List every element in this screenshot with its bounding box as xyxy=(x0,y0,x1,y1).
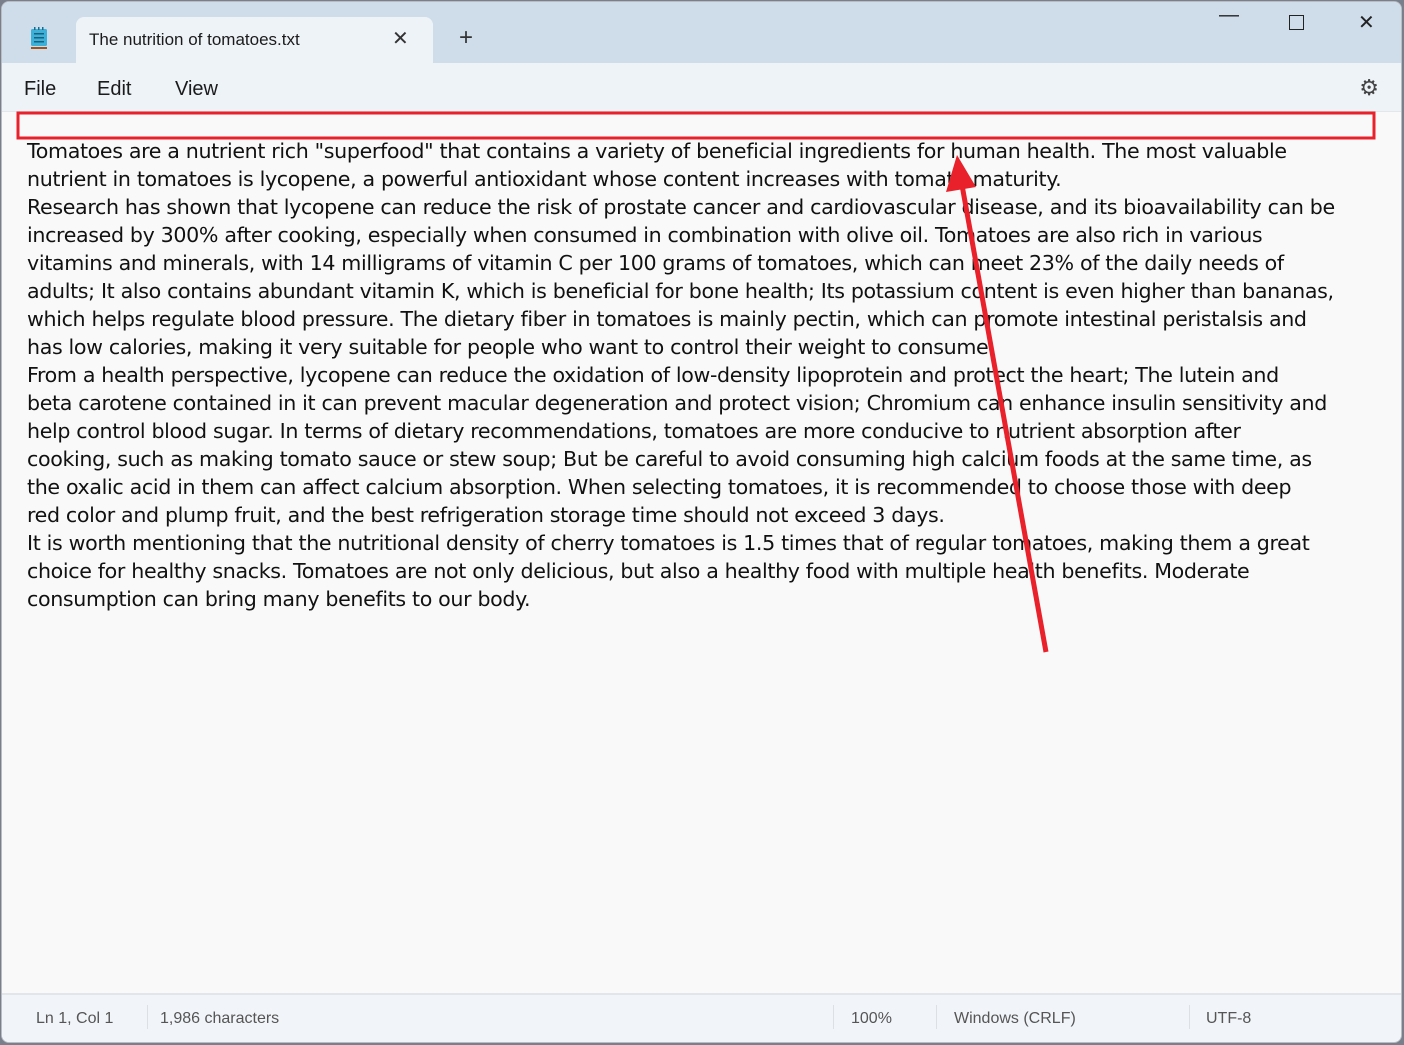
text-line: the oxalic acid in them can affect calci… xyxy=(27,475,1292,499)
text-line: help control blood sugar. In terms of di… xyxy=(27,419,1241,443)
menu-view[interactable]: View xyxy=(175,78,218,101)
text-line: which helps regulate blood pressure. The… xyxy=(27,307,1307,331)
text-line: It is worth mentioning that the nutritio… xyxy=(27,531,1310,555)
menu-bar: File Edit View ⚙ xyxy=(2,63,1401,112)
text-line: From a health perspective, lycopene can … xyxy=(27,363,1279,387)
tab-title: The nutrition of tomatoes.txt xyxy=(89,30,300,49)
notepad-window: The nutrition of tomatoes.txt ✕ + — ✕ Fi… xyxy=(1,1,1402,1043)
text-line: has low calories, making it very suitabl… xyxy=(27,335,995,359)
text-line: beta carotene contained in it can preven… xyxy=(27,391,1327,415)
text-line: consumption can bring many benefits to o… xyxy=(27,587,531,611)
close-window-button[interactable]: ✕ xyxy=(1358,10,1375,35)
character-count: 1,986 characters xyxy=(160,1010,280,1027)
maximize-button[interactable] xyxy=(1289,10,1304,36)
settings-gear-icon[interactable]: ⚙ xyxy=(1359,75,1379,101)
text-line: increased by 300% after cooking, especia… xyxy=(27,223,1263,247)
title-bar: The nutrition of tomatoes.txt ✕ + — ✕ xyxy=(2,2,1401,64)
status-bar: Ln 1, Col 1 1,986 characters 100% Window… xyxy=(2,993,1401,1042)
notepad-app-icon xyxy=(31,27,47,49)
document-text[interactable]: Tomatoes are a nutrient rich "superfood"… xyxy=(27,137,1335,613)
text-line: adults; It also contains abundant vitami… xyxy=(27,279,1334,303)
encoding[interactable]: UTF-8 xyxy=(1206,1010,1251,1028)
text-line: cooking, such as making tomato sauce or … xyxy=(27,447,1312,471)
new-tab-button[interactable]: + xyxy=(459,26,473,50)
line-ending[interactable]: Windows (CRLF) xyxy=(954,1010,1076,1028)
text-line: vitamins and minerals, with 14 milligram… xyxy=(27,251,1284,275)
menu-file[interactable]: File xyxy=(24,78,56,101)
menu-edit[interactable]: Edit xyxy=(97,78,131,101)
minimize-button[interactable]: — xyxy=(1219,4,1239,27)
text-editor[interactable]: Tomatoes are a nutrient rich "superfood"… xyxy=(2,112,1401,994)
tab-document[interactable]: The nutrition of tomatoes.txt ✕ xyxy=(76,17,433,64)
text-line: Research has shown that lycopene can red… xyxy=(27,195,1335,219)
text-line: nutrient in tomatoes is lycopene, a powe… xyxy=(27,167,1062,191)
text-line: choice for healthy snacks. Tomatoes are … xyxy=(27,559,1250,583)
close-tab-icon[interactable]: ✕ xyxy=(392,26,409,51)
cursor-position: Ln 1, Col 1 xyxy=(36,1010,114,1027)
zoom-level[interactable]: 100% xyxy=(851,1010,892,1028)
text-line: Tomatoes are a nutrient rich "superfood"… xyxy=(27,139,1287,163)
text-line: red color and plump fruit, and the best … xyxy=(27,503,945,527)
